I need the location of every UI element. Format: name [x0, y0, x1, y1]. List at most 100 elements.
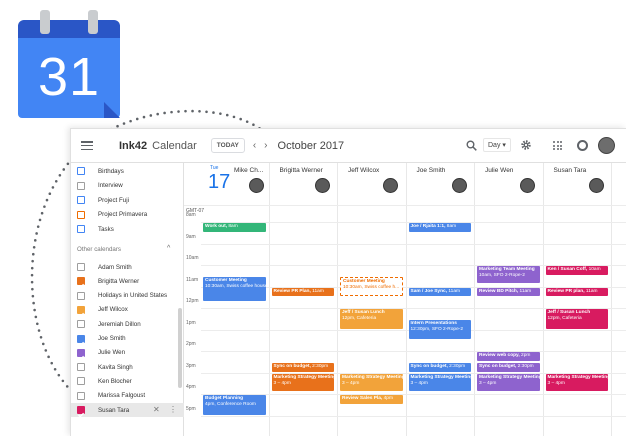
person-column-header[interactable]: Jeff Wilcox [338, 163, 407, 205]
checkbox-checked-icon[interactable] [77, 334, 85, 347]
event-title: Review BD Pitch, [479, 288, 519, 294]
checkbox-icon[interactable] [77, 225, 85, 233]
event-chip[interactable]: Sync on budget, 2:30pm [477, 362, 540, 372]
calendar-item[interactable]: Project Primavera [71, 208, 184, 222]
menu-icon[interactable] [81, 141, 93, 150]
person-name: Susan Tara [553, 167, 587, 174]
event-chip[interactable]: Review PR Plan, 11am [271, 287, 334, 297]
calendar-item[interactable]: Birthdays [71, 164, 184, 178]
view-select[interactable]: Day ▾ [483, 138, 511, 152]
checkbox-checked-icon[interactable] [77, 348, 85, 361]
other-calendars-heading: Other calendars [77, 246, 122, 253]
event-chip[interactable]: Sync on budget, 2:30pm [271, 362, 334, 372]
checkbox-checked-icon[interactable] [77, 305, 85, 318]
calendar-item-label: Jeff Wilcox [98, 306, 128, 314]
person-column-header[interactable]: Susan Tara [544, 163, 612, 205]
event-chip[interactable]: Work out, 8am [203, 223, 266, 232]
calendar-item[interactable]: Marissa Falgoust [71, 389, 184, 403]
account-avatar[interactable] [598, 137, 615, 154]
event-chip[interactable]: Jeff / Susan Lunch 12pm, Cafeteria [545, 309, 608, 329]
person-avatar [314, 178, 330, 193]
app-name: Calendar [152, 139, 197, 152]
chevron-up-icon[interactable]: ^ [167, 245, 170, 252]
checkbox-checked-icon[interactable] [77, 277, 85, 289]
calendar-item[interactable]: Kavita Singh [71, 360, 184, 374]
event-chip[interactable]: Marketing Strategy Meeting 3 – 4pm [477, 373, 540, 391]
event-title: Work out, [205, 224, 228, 229]
event-chip[interactable]: Review Sales Pla, 4pm [340, 395, 403, 404]
person-column-header[interactable]: Joe Smith [407, 163, 475, 205]
event-detail: 11am [585, 288, 598, 294]
event-chip[interactable]: Jeff / Susan Lunch 12pm, Cafeteria [340, 309, 403, 329]
person-name: Joe Smith [416, 167, 446, 174]
event-chip[interactable]: Marketing Strategy Meeting 3 – 4pm [545, 373, 608, 391]
event-chip[interactable]: Ken / Susan Coff, 10am [545, 266, 608, 275]
event-title: Marketing Strategy Meeting [342, 374, 403, 380]
notifications-icon[interactable] [577, 140, 588, 151]
calendar-item[interactable]: Project Fuji [71, 193, 184, 207]
checkbox-icon[interactable] [77, 391, 85, 400]
calendar-item[interactable]: Susan Tara ✕ ⋮ [71, 403, 184, 418]
event-title: Customer Meeting [205, 277, 247, 283]
next-chevron-icon[interactable]: › [264, 140, 267, 151]
checkbox-icon[interactable] [77, 291, 85, 300]
search-icon[interactable] [466, 140, 477, 151]
event-chip[interactable]: Marketing Strategy Meeting 3 – 4pm [408, 373, 471, 391]
event-chip[interactable]: Customer Meeting 10:30am, Swiss coffee h.… [340, 276, 403, 297]
calendar-item[interactable]: Jeff Wilcox [71, 303, 184, 318]
event-chip[interactable]: Sync on budget, 2:30pm [408, 362, 471, 372]
apps-grid-icon[interactable] [553, 141, 562, 150]
event-chip[interactable]: Joe / Rjaita 1:1, 8am [408, 223, 471, 232]
event-detail: 3 – 4pm [342, 380, 360, 386]
checkbox-icon[interactable] [77, 320, 85, 329]
calendar-item[interactable]: Adam Smith [71, 260, 184, 274]
event-chip[interactable]: Marketing Strategy Meeting 3 – 4pm [340, 373, 403, 391]
calendar-item[interactable]: Holidays in United States [71, 289, 184, 303]
hour-line [201, 243, 626, 245]
checkbox-icon[interactable] [77, 363, 85, 372]
calendar-item[interactable]: Joe Smith [71, 332, 184, 347]
calendar-item[interactable]: Interview [71, 179, 184, 193]
person-column-header[interactable]: Brigitta Werner [270, 163, 338, 205]
event-chip[interactable]: Budget Planning 4pm, Conference Room [203, 395, 266, 415]
calendar-item[interactable]: Ken Blocher [71, 374, 184, 388]
event-title: Marketing Strategy Meeting [479, 374, 540, 380]
event-chip[interactable]: Marketing Team Meeting 10am, SFO 2-Rope-2 [477, 266, 540, 284]
event-detail: 2:30pm [312, 363, 329, 369]
checkbox-checked-icon[interactable] [77, 406, 85, 418]
checkbox-icon[interactable] [77, 263, 85, 271]
event-detail: 4pm, Conference Room [205, 402, 256, 407]
person-avatar [520, 178, 535, 193]
event-chip[interactable]: Marketing Strategy Meeting 3 – 4pm [271, 373, 334, 391]
gear-icon[interactable] [520, 139, 532, 151]
event-detail: 2pm [521, 353, 531, 358]
event-detail: 3 – 4pm [410, 380, 428, 386]
person-column-header[interactable]: Julie Wen [475, 163, 544, 205]
checkbox-icon[interactable] [77, 377, 85, 386]
event-title: Ken / Susan Coff, [547, 267, 588, 272]
checkbox-icon[interactable] [77, 167, 85, 175]
event-title: Sam / Joe Sync, [410, 288, 448, 294]
person-column-header[interactable]: Mike Ch... [201, 163, 270, 205]
calendar-item[interactable]: Julie Wen [71, 346, 184, 361]
event-chip[interactable]: Customer Meeting 10:30am, Swiss coffee ho… [203, 276, 266, 301]
event-detail: 2:30pm [449, 363, 466, 369]
checkbox-icon[interactable] [77, 210, 85, 219]
event-chip[interactable]: Review PR plan, 11am [545, 287, 608, 297]
event-detail: 10:30am, Swiss coffee h... [343, 284, 400, 290]
prev-chevron-icon[interactable]: ‹ [253, 140, 256, 151]
event-chip[interactable]: Intern Presentations 12:30pm, SFO 2-Rope-… [408, 319, 471, 340]
event-chip[interactable]: Review BD Pitch, 11am [477, 287, 540, 297]
event-chip[interactable]: Review web copy, 2pm [477, 352, 540, 361]
remove-calendar-icon[interactable]: ✕ [153, 405, 160, 414]
event-chip[interactable]: Sam / Joe Sync, 11am [408, 287, 471, 297]
calendar-item[interactable]: Tasks [71, 222, 184, 236]
calendar-item[interactable]: Jeremiah Dillon [71, 317, 184, 331]
calendar-item[interactable]: Brigitta Werner [71, 274, 184, 289]
more-options-icon[interactable]: ⋮ [169, 405, 177, 414]
checkbox-icon[interactable] [77, 196, 85, 204]
hour-line [201, 415, 626, 417]
person-name: Julie Wen [485, 167, 514, 174]
checkbox-icon[interactable] [77, 181, 85, 190]
today-button[interactable]: TODAY [210, 138, 245, 153]
